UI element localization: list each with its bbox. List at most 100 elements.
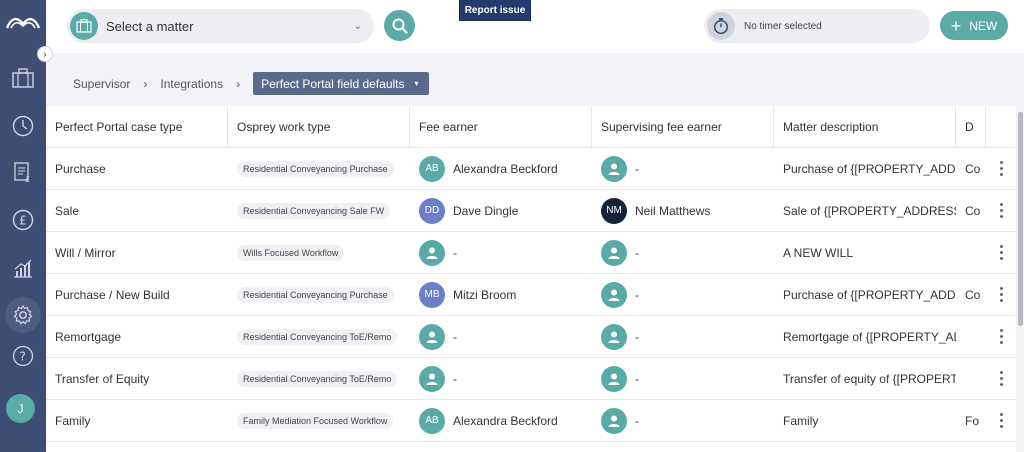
breadcrumb-item-supervisor[interactable]: Supervisor: [73, 77, 130, 91]
work-type-tag: Residential Conveyancing Purchase: [237, 286, 394, 303]
row-menu-button[interactable]: [986, 400, 1016, 441]
more-vertical-icon: [999, 161, 1003, 176]
case-type-cell: Will / Mirror: [55, 245, 116, 260]
supervisor-name: Neil Matthews: [635, 203, 711, 218]
table-row[interactable]: Purchase Residential Conveyancing Purchas…: [46, 148, 1016, 190]
case-type-cell: Transfer of Equity: [55, 371, 150, 386]
more-vertical-icon: [999, 287, 1003, 302]
supervisor-cell[interactable]: -: [592, 274, 774, 315]
fee-earner-name: -: [453, 329, 457, 344]
extra-cell: [956, 358, 986, 399]
table-row[interactable]: Family Family Mediation Focused Workflow A…: [46, 400, 1016, 442]
gear-icon[interactable]: [5, 297, 41, 333]
search-button[interactable]: [384, 10, 415, 41]
stopwatch-icon: [707, 12, 735, 40]
fee-earner-name: -: [453, 245, 457, 260]
matter-select[interactable]: Select a matter ⌄: [67, 9, 374, 43]
pound-icon[interactable]: £: [5, 202, 41, 238]
svg-text:£: £: [19, 214, 27, 228]
extra-cell: Fo: [965, 413, 980, 428]
help-icon[interactable]: ?: [5, 338, 41, 374]
work-type-tag: Residential Conveyancing ToE/Remo: [237, 328, 398, 345]
avatar: MB: [419, 281, 445, 308]
table-row[interactable]: Transfer of Equity Residential Conveyanci…: [46, 358, 1016, 400]
work-type-cell: Family Mediation Focused Workflow: [228, 400, 410, 441]
fee-earner-name: Mitzi Broom: [453, 287, 517, 302]
briefcase-icon: [70, 12, 98, 40]
row-menu-button[interactable]: [986, 316, 1016, 357]
new-button[interactable]: + NEW: [940, 11, 1008, 40]
fee-earner-cell[interactable]: AB Alexandra Beckford: [410, 400, 592, 441]
clock-icon[interactable]: [5, 108, 41, 144]
more-vertical-icon: [999, 371, 1003, 386]
table-row[interactable]: Will / Mirror Wills Focused Workflow - - A N…: [46, 232, 1016, 274]
extra-cell: [956, 316, 986, 357]
column-header-supervising-fee-earner[interactable]: Supervising fee earner: [592, 106, 774, 147]
supervisor-cell[interactable]: NM Neil Matthews: [592, 190, 774, 231]
sidebar-expand-chevron-icon[interactable]: ›: [37, 46, 53, 62]
scrollbar-thumb[interactable]: [1018, 112, 1023, 326]
more-vertical-icon: [999, 329, 1003, 344]
matter-description-cell: Family: [783, 413, 819, 428]
work-type-cell: Residential Conveyancing Purchase: [228, 274, 410, 315]
user-placeholder-icon: [601, 155, 627, 182]
search-icon: [392, 18, 408, 34]
brand-logo-icon[interactable]: [3, 8, 43, 38]
supervisor-cell[interactable]: -: [592, 358, 774, 399]
briefcase-icon[interactable]: [5, 60, 41, 96]
table-row[interactable]: Purchase / New Build Residential Conveyan…: [46, 274, 1016, 316]
case-type-cell: Purchase / New Build: [55, 287, 170, 302]
case-type-cell: Family: [55, 413, 91, 428]
report-issue-button[interactable]: Report issue: [459, 0, 531, 21]
supervisor-cell[interactable]: -: [592, 316, 774, 357]
avatar: NM: [601, 197, 627, 224]
column-header-matter-description[interactable]: Matter description: [774, 106, 956, 147]
extra-cell: [956, 232, 986, 273]
fee-earner-name: Dave Dingle: [453, 203, 519, 218]
supervisor-cell[interactable]: -: [592, 400, 774, 441]
column-header-case-type[interactable]: Perfect Portal case type: [46, 106, 228, 147]
avatar: AB: [419, 155, 445, 182]
breadcrumb-item-integrations[interactable]: Integrations: [160, 77, 223, 91]
chart-icon[interactable]: [5, 250, 41, 286]
row-menu-button[interactable]: [986, 358, 1016, 399]
fee-earner-name: Alexandra Beckford: [453, 413, 558, 428]
invoice-icon[interactable]: £: [5, 154, 41, 190]
column-header-extra[interactable]: D: [956, 106, 986, 147]
extra-cell: Co: [965, 161, 981, 176]
row-menu-button[interactable]: [986, 148, 1016, 189]
row-menu-button[interactable]: [986, 232, 1016, 273]
supervisor-cell[interactable]: -: [592, 148, 774, 189]
timer-select[interactable]: No timer selected: [704, 9, 930, 43]
user-placeholder-icon: [601, 239, 627, 266]
breadcrumb-current-dropdown[interactable]: Perfect Portal field defaults ▾: [253, 72, 429, 95]
supervisor-name: -: [635, 413, 639, 428]
user-placeholder-icon: [601, 407, 627, 434]
user-placeholder-icon: [601, 323, 627, 350]
fee-earner-cell[interactable]: -: [410, 316, 592, 357]
row-menu-button[interactable]: [986, 274, 1016, 315]
supervisor-name: -: [635, 329, 639, 344]
top-bar: Select a matter ⌄ Report issue No timer …: [46, 0, 1024, 53]
table-row[interactable]: Remortgage Residential Conveyancing ToE/R…: [46, 316, 1016, 358]
extra-cell: Co: [965, 203, 981, 218]
new-button-label: NEW: [969, 18, 998, 33]
fee-earner-cell[interactable]: AB Alexandra Beckford: [410, 148, 592, 189]
user-avatar[interactable]: J: [6, 394, 35, 423]
fee-earner-cell[interactable]: MB Mitzi Broom: [410, 274, 592, 315]
matter-description-cell: Sale of {[PROPERTY_ADDRESS]}: [783, 203, 956, 218]
plus-icon: +: [950, 15, 962, 36]
row-menu-button[interactable]: [986, 190, 1016, 231]
fee-earner-cell[interactable]: -: [410, 358, 592, 399]
column-header-work-type[interactable]: Osprey work type: [228, 106, 410, 147]
fee-earner-cell[interactable]: -: [410, 232, 592, 273]
user-placeholder-icon: [419, 365, 445, 392]
matter-description-cell: Transfer of equity of {[PROPERTY: [783, 371, 956, 386]
svg-text:£: £: [25, 175, 30, 183]
chevron-down-icon: ▾: [414, 79, 419, 88]
supervisor-cell[interactable]: -: [592, 232, 774, 273]
table-row[interactable]: Sale Residential Conveyancing Sale FW DD Da…: [46, 190, 1016, 232]
fee-earner-cell[interactable]: DD Dave Dingle: [410, 190, 592, 231]
column-header-fee-earner[interactable]: Fee earner: [410, 106, 592, 147]
timer-label: No timer selected: [744, 20, 822, 32]
